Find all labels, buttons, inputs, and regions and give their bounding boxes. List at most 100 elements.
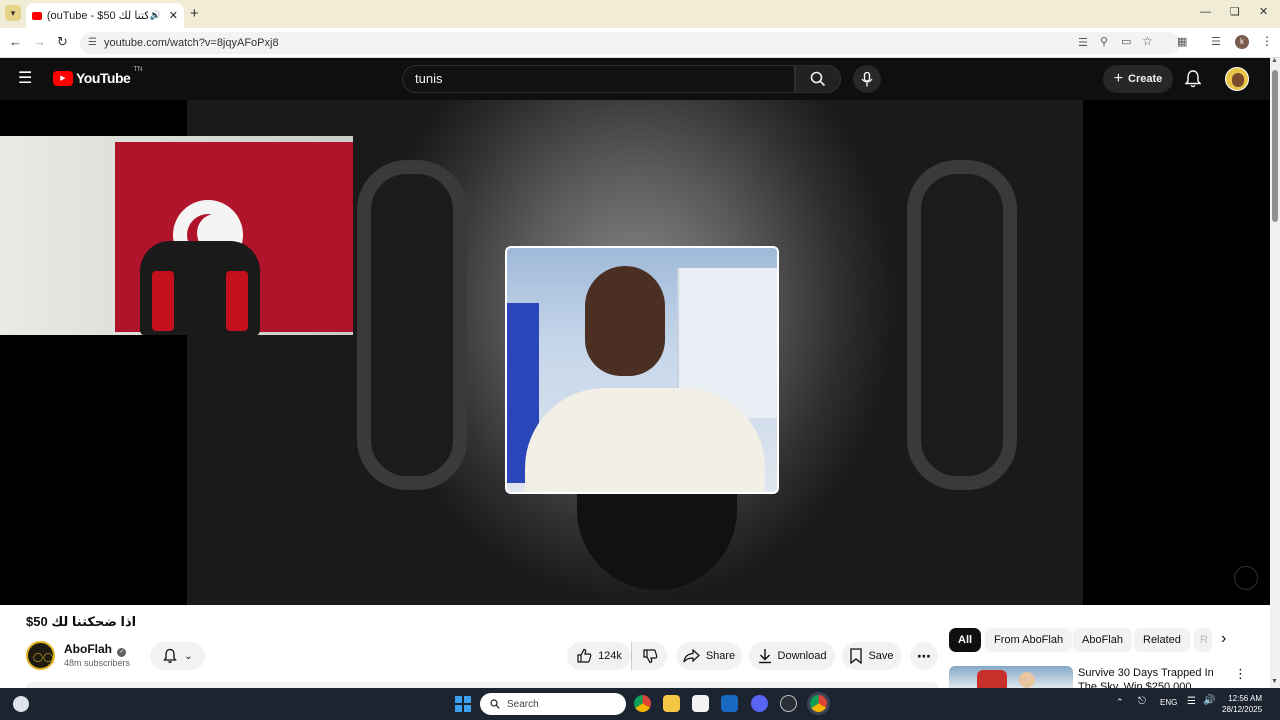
chrome-icon[interactable]	[634, 695, 651, 712]
scroll-down-icon[interactable]: ▼	[1271, 678, 1278, 685]
clock-date: 28/12/2025	[1222, 705, 1263, 714]
profile-avatar[interactable]: k	[1235, 35, 1249, 49]
tray-microphone-icon[interactable]: ⎋	[1138, 696, 1146, 707]
mouth	[577, 490, 737, 590]
language-indicator[interactable]: ENG	[1160, 698, 1177, 707]
wifi-icon[interactable]: ☰	[1187, 696, 1196, 707]
glasses-icon: ◯◯	[33, 652, 54, 662]
scrollbar-thumb[interactable]	[1272, 70, 1278, 222]
tray-overflow-icon[interactable]: ⌃	[1116, 697, 1124, 708]
create-button[interactable]: + Create	[1103, 65, 1173, 93]
browser-toolbar: ← → ↻ ☰ youtube.com/watch?v=8jqyAFoPxj8 …	[0, 28, 1280, 58]
bell-ring-icon	[163, 648, 178, 663]
channel-name-text: AboFlah	[64, 642, 112, 656]
install-icon[interactable]: ▭	[1121, 35, 1131, 48]
video-player[interactable]	[0, 100, 1270, 605]
extensions-icon[interactable]: ▦	[1177, 35, 1187, 48]
hamburger-menu-icon[interactable]: ☰	[18, 68, 32, 88]
share-icon	[683, 649, 700, 663]
site-info-icon[interactable]: ☰	[88, 32, 97, 54]
chip-from-aboflah[interactable]: From AboFlah	[985, 628, 1073, 652]
chrome-active-icon[interactable]	[810, 695, 827, 712]
notifications-bell-icon[interactable]	[1185, 70, 1201, 88]
taskbar-search-placeholder: Search	[507, 698, 539, 710]
channel-watermark-icon[interactable]	[1234, 566, 1258, 590]
download-icon	[758, 649, 771, 664]
thumbs-down-icon	[642, 649, 657, 664]
restore-icon[interactable]: ❏	[1230, 5, 1240, 18]
channel-name[interactable]: AboFlah ✓	[64, 642, 127, 657]
forward-icon[interactable]: →	[33, 34, 46, 49]
more-actions-button[interactable]: ⋯	[910, 642, 938, 670]
store-icon[interactable]	[692, 695, 709, 712]
media-icon[interactable]: ☰	[1211, 35, 1221, 48]
dislike-button[interactable]	[631, 642, 667, 670]
recommendation-title[interactable]: Survive 30 Days Trapped In The Sky, Win …	[1078, 666, 1228, 688]
browser-tab-active[interactable]: (ouTube - $50 اذا ضحكتنا لك 🔊 ✕	[26, 3, 184, 28]
recommendation-menu-icon[interactable]: ⋮	[1234, 666, 1247, 682]
address-bar[interactable]: ☰ youtube.com/watch?v=8jqyAFoPxj8	[80, 32, 1180, 54]
taskbar-search-input[interactable]: Search	[480, 693, 626, 715]
chip-related[interactable]: Related	[1134, 628, 1190, 652]
zoom-icon[interactable]: ⚲	[1100, 35, 1108, 48]
chevron-down-icon: ▾	[10, 7, 16, 18]
verified-icon: ✓	[117, 648, 127, 657]
volume-icon[interactable]: 🔊	[1203, 695, 1215, 706]
subscriber-count: 48m subscribers	[64, 658, 131, 668]
channel-avatar[interactable]: ◯◯	[26, 641, 55, 670]
create-label: Create	[1128, 73, 1163, 85]
speaker-icon[interactable]: 🔊	[150, 10, 161, 21]
headphone-right	[907, 160, 1017, 490]
chevron-down-icon: ⌄	[184, 650, 193, 662]
chip-all[interactable]: All	[949, 628, 982, 652]
more-horizontal-icon: ⋯	[917, 647, 931, 664]
discord-icon[interactable]	[751, 695, 768, 712]
browser-menu-icon[interactable]: ⋮	[1261, 34, 1273, 48]
gaming-chair	[140, 241, 260, 335]
subscription-bell-button[interactable]: ⌄	[150, 642, 205, 670]
translate-icon[interactable]: ☰	[1078, 36, 1088, 49]
save-button[interactable]: Save	[842, 642, 902, 670]
share-button[interactable]: Share	[676, 642, 742, 670]
bookmark-star-icon[interactable]: ☆	[1142, 34, 1153, 48]
like-button[interactable]: 124k	[567, 642, 631, 670]
weather-widget-icon[interactable]	[13, 696, 29, 712]
search-input[interactable]: tunis	[402, 65, 795, 93]
recommendation-thumbnail[interactable]	[949, 666, 1073, 688]
tab-list-dropdown[interactable]: ▾	[5, 5, 21, 21]
scroll-up-icon[interactable]: ▲	[1271, 57, 1278, 64]
person-head	[585, 266, 665, 376]
chip-aboflah[interactable]: AboFlah	[1073, 628, 1132, 652]
start-button-icon[interactable]	[455, 696, 471, 712]
page-scrollbar[interactable]: ▲ ▼	[1270, 57, 1280, 688]
minimize-icon[interactable]: —	[1200, 6, 1211, 18]
logo-text: YouTube	[76, 70, 131, 86]
video-title: $اذا ضحكتنا لك 50	[26, 614, 137, 629]
outlook-icon[interactable]	[721, 695, 738, 712]
chip-partial[interactable]: R	[1194, 628, 1212, 652]
microphone-icon	[861, 71, 873, 86]
search-icon	[490, 699, 500, 709]
account-avatar[interactable]	[1225, 67, 1249, 91]
youtube-play-icon: ▶	[53, 70, 73, 86]
close-window-icon[interactable]: ✕	[1259, 5, 1268, 18]
save-label: Save	[868, 650, 894, 662]
region-code: TN	[133, 66, 143, 73]
download-button[interactable]: Download	[749, 642, 835, 670]
close-tab-icon[interactable]: ✕	[169, 9, 178, 22]
steam-icon[interactable]	[780, 695, 797, 712]
youtube-logo[interactable]: ▶ YouTube TN	[53, 66, 143, 86]
search-button[interactable]	[795, 65, 841, 93]
clock-time: 12:56 AM	[1228, 694, 1263, 703]
download-label: Download	[777, 650, 827, 662]
youtube-header: ☰ ▶ YouTube TN tunis + Create	[0, 58, 1270, 100]
reload-icon[interactable]: ↻	[57, 34, 68, 50]
new-tab-icon[interactable]: +	[190, 5, 199, 22]
clock[interactable]: 12:56 AM 28/12/2025	[1222, 693, 1262, 715]
voice-search-button[interactable]	[853, 65, 881, 93]
bookmark-icon	[850, 648, 863, 664]
back-icon[interactable]: ←	[9, 34, 22, 49]
chevron-right-icon[interactable]: ›	[1221, 630, 1226, 648]
file-explorer-icon[interactable]	[663, 695, 680, 712]
person-body	[525, 388, 765, 492]
